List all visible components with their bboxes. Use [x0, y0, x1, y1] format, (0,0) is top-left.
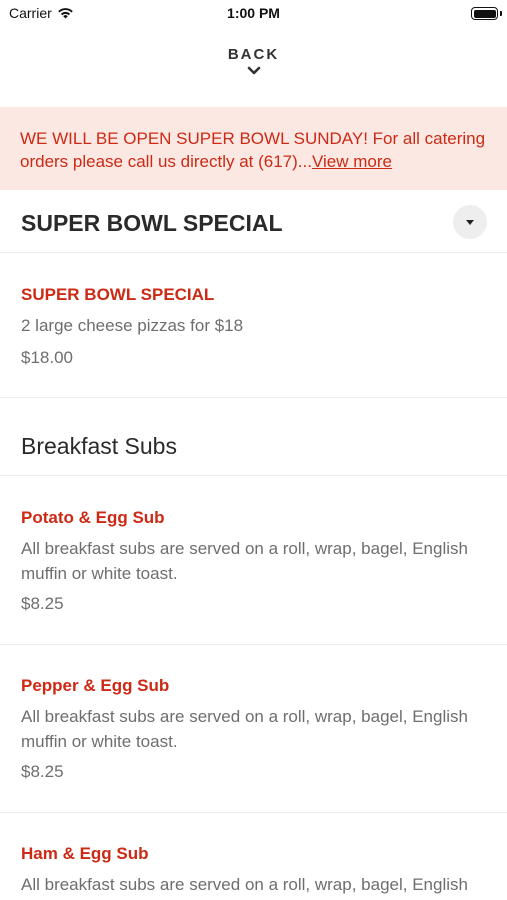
banner-message: WE WILL BE OPEN SUPER BOWL SUNDAY! For a…	[20, 127, 489, 173]
item-name: Ham & Egg Sub	[21, 844, 149, 863]
item-name: Pepper & Egg Sub	[21, 676, 170, 695]
item-description: 2 large cheese pizzas for $18	[21, 316, 244, 335]
section-header-breakfast-subs: Breakfast Subs	[0, 398, 507, 476]
section-title: Breakfast Subs	[21, 433, 177, 459]
battery-icon	[471, 7, 498, 20]
item-name: SUPER BOWL SPECIAL	[21, 285, 215, 304]
back-button[interactable]: BACK	[0, 46, 507, 76]
item-price: $8.25	[21, 594, 64, 613]
item-price: $8.25	[21, 762, 64, 781]
menu-item[interactable]: Pepper & Egg Sub All breakfast subs are …	[0, 645, 507, 813]
item-name: Potato & Egg Sub	[21, 508, 165, 527]
item-description: All breakfast subs are served on a roll,…	[21, 875, 468, 894]
menu-item[interactable]: Ham & Egg Sub All breakfast subs are ser…	[0, 813, 507, 900]
item-price: $18.00	[21, 348, 73, 367]
status-bar: Carrier 1:00 PM	[0, 0, 507, 28]
status-time: 1:00 PM	[227, 5, 280, 21]
category-dropdown-button[interactable]	[453, 205, 487, 239]
item-description: All breakfast subs are served on a roll,…	[21, 539, 468, 583]
caret-down-icon	[466, 219, 474, 225]
section-header-super-bowl: SUPER BOWL SPECIAL	[0, 190, 507, 253]
menu-item[interactable]: Potato & Egg Sub All breakfast subs are …	[0, 476, 507, 645]
banner-text: WE WILL BE OPEN SUPER BOWL SUNDAY! For a…	[20, 129, 486, 171]
menu-item[interactable]: SUPER BOWL SPECIAL 2 large cheese pizzas…	[0, 253, 507, 398]
back-label: BACK	[227, 46, 280, 63]
section-title: SUPER BOWL SPECIAL	[21, 210, 283, 236]
battery-tip	[500, 11, 502, 16]
announcement-banner: WE WILL BE OPEN SUPER BOWL SUNDAY! For a…	[0, 107, 507, 190]
chevron-down-icon	[247, 66, 260, 75]
view-more-link[interactable]: View more	[312, 152, 392, 171]
item-description: All breakfast subs are served on a roll,…	[21, 707, 468, 751]
